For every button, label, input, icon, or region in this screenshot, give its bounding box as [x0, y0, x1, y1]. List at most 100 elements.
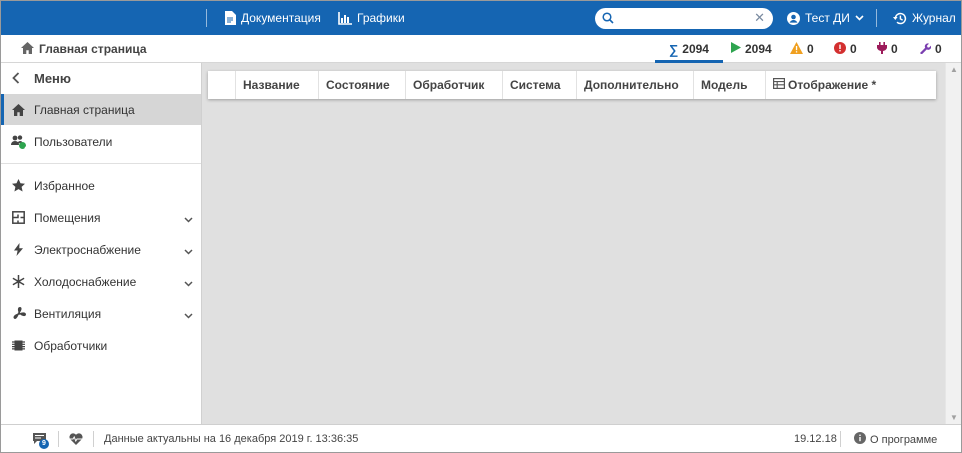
users-badge: 6	[24, 147, 28, 153]
navbar-divider	[206, 9, 207, 27]
footer-divider	[58, 431, 59, 447]
charts-label: Графики	[357, 11, 405, 25]
sidebar-item-ventilation[interactable]: Вентиляция	[1, 298, 201, 329]
journal-label: Журнал	[912, 11, 956, 25]
sidebar: Меню Главная страница 6 Пользователи Изб…	[1, 63, 202, 424]
charts-link[interactable]: Графики	[338, 1, 405, 35]
stat-warnings-value: 0	[807, 42, 814, 56]
user-menu-button[interactable]: Тест ДИ	[787, 1, 864, 35]
stat-maintenance[interactable]: 0	[919, 35, 942, 63]
documentation-link[interactable]: Документация	[224, 1, 321, 35]
stat-errors-value: 0	[850, 42, 857, 56]
breadcrumb[interactable]: Главная страница	[21, 35, 147, 63]
menu-collapse-toggle[interactable]: Меню	[1, 63, 201, 94]
main-content-area	[202, 63, 945, 424]
column-header-model[interactable]: Модель	[693, 71, 765, 99]
sidebar-item-rooms[interactable]: Помещения	[1, 202, 201, 233]
stat-disconnected-value: 0	[891, 42, 898, 56]
search-input[interactable]	[617, 10, 747, 27]
home-icon	[21, 41, 34, 57]
chip-icon	[11, 338, 26, 353]
journal-link[interactable]: Журнал	[893, 1, 956, 35]
sidebar-item-favorites[interactable]: Избранное	[1, 170, 201, 201]
sidebar-item-label: Электроснабжение	[34, 243, 141, 257]
vertical-scrollbar[interactable]: ▲ ▼	[945, 63, 961, 424]
heartbeat-icon[interactable]	[69, 433, 83, 448]
history-icon	[893, 12, 907, 25]
data-freshness-text: Данные актуальны на 16 декабря 2019 г. 1…	[104, 433, 359, 445]
menu-label: Меню	[34, 71, 72, 86]
sidebar-item-power[interactable]: Электроснабжение	[1, 234, 201, 265]
stat-running[interactable]: 2094	[731, 35, 772, 63]
chevron-down-icon	[184, 212, 193, 226]
version-text: 19.12.18	[794, 433, 837, 445]
stat-maintenance-value: 0	[935, 42, 942, 56]
footer: 9 Данные актуальны на 16 декабря 2019 г.…	[1, 424, 961, 452]
sidebar-item-label: Обработчики	[34, 339, 108, 353]
plug-icon	[877, 41, 887, 57]
stat-total[interactable]: ∑ 2094	[655, 35, 723, 63]
table-icon	[773, 78, 786, 92]
status-bar: Главная страница ∑ 2094 2094 0 0 0 0	[1, 35, 961, 63]
home-icon	[11, 102, 26, 117]
table-header: Название Состояние Обработчик Система До…	[208, 71, 936, 99]
column-header-state[interactable]: Состояние	[318, 71, 405, 99]
user-name-label: Тест ДИ	[805, 11, 850, 25]
scroll-down-icon[interactable]: ▼	[950, 413, 958, 422]
scroll-up-icon[interactable]: ▲	[950, 65, 958, 74]
floorplan-icon	[11, 210, 26, 225]
chevron-down-icon	[855, 15, 864, 21]
about-label: О программе	[870, 433, 938, 446]
app-window: Документация Графики ✕ Тест ДИ Журнал Гл…	[0, 0, 962, 453]
documentation-label: Документация	[241, 11, 321, 25]
sigma-icon: ∑	[669, 41, 679, 57]
snowflake-icon	[11, 274, 26, 289]
sidebar-item-label: Холодоснабжение	[34, 275, 137, 289]
top-navbar: Документация Графики ✕ Тест ДИ Журнал	[1, 1, 961, 35]
messages-badge: 9	[39, 439, 49, 449]
footer-divider	[93, 431, 94, 447]
stat-running-value: 2094	[745, 42, 772, 56]
column-header-system[interactable]: Система	[502, 71, 576, 99]
column-header-display[interactable]: Отображение *	[765, 71, 936, 99]
sidebar-item-cooling[interactable]: Холодоснабжение	[1, 266, 201, 297]
sidebar-item-home[interactable]: Главная страница	[1, 94, 201, 125]
search-box: ✕	[595, 8, 773, 29]
fan-icon	[11, 306, 26, 321]
sidebar-item-label: Пользователи	[34, 135, 113, 149]
stat-total-value: 2094	[682, 42, 709, 56]
sidebar-item-users[interactable]: 6 Пользователи	[1, 126, 201, 157]
play-icon	[731, 42, 741, 56]
wrench-icon	[919, 42, 932, 57]
info-icon	[854, 432, 866, 447]
alert-circle-icon	[834, 41, 846, 57]
chevron-down-icon	[184, 244, 193, 258]
sidebar-item-label: Вентиляция	[34, 307, 102, 321]
stat-disconnected[interactable]: 0	[877, 35, 898, 63]
document-icon	[224, 11, 236, 25]
stat-warnings[interactable]: 0	[790, 35, 814, 63]
about-link[interactable]: О программе	[854, 432, 937, 447]
sidebar-item-label: Главная страница	[34, 103, 135, 117]
column-header-name[interactable]: Название	[235, 71, 318, 99]
column-header-additional[interactable]: Дополнительно	[576, 71, 693, 99]
sidebar-item-label: Помещения	[34, 211, 101, 225]
breadcrumb-label: Главная страница	[39, 42, 147, 56]
search-icon	[602, 12, 614, 27]
stat-errors[interactable]: 0	[834, 35, 857, 63]
star-icon	[11, 178, 26, 193]
sidebar-item-label: Избранное	[34, 179, 95, 193]
chevron-down-icon	[184, 308, 193, 322]
sidebar-item-handlers[interactable]: Обработчики	[1, 330, 201, 361]
column-header-select[interactable]	[208, 71, 235, 99]
column-header-display-label: Отображение *	[788, 78, 877, 92]
footer-divider	[840, 431, 841, 447]
sidebar-divider	[1, 163, 201, 164]
column-header-handler[interactable]: Обработчик	[405, 71, 502, 99]
clear-search-icon[interactable]: ✕	[754, 11, 765, 25]
lightning-icon	[11, 242, 26, 257]
warning-icon	[790, 41, 803, 57]
bar-chart-icon	[338, 11, 352, 25]
navbar-divider	[876, 9, 877, 27]
chevron-down-icon	[184, 276, 193, 290]
